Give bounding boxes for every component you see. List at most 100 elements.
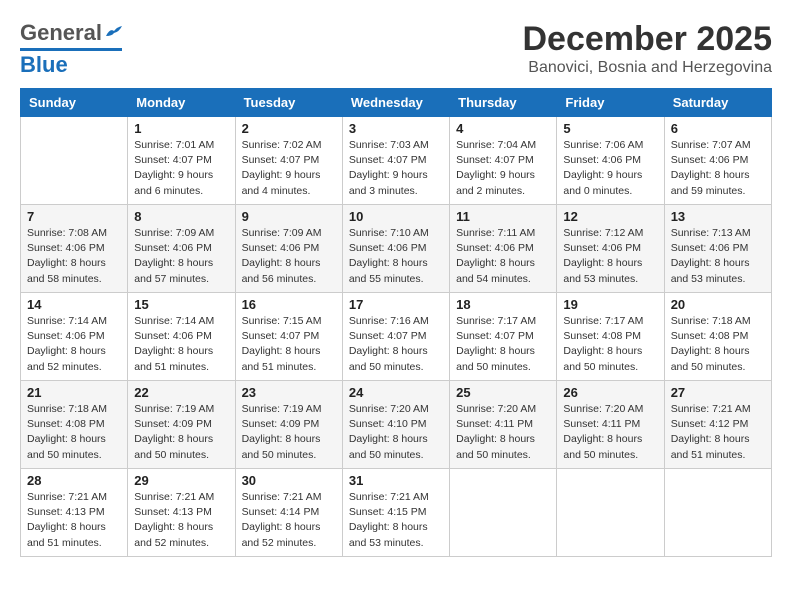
day-info: Sunrise: 7:21 AM Sunset: 4:14 PM Dayligh… [242, 490, 336, 551]
calendar-header: SundayMondayTuesdayWednesdayThursdayFrid… [21, 89, 772, 117]
calendar-day-cell: 29 Sunrise: 7:21 AM Sunset: 4:13 PM Dayli… [128, 469, 235, 557]
day-number: 5 [563, 121, 657, 136]
day-info: Sunrise: 7:13 AM Sunset: 4:06 PM Dayligh… [671, 226, 765, 287]
day-number: 7 [27, 209, 121, 224]
day-number: 10 [349, 209, 443, 224]
calendar-day-cell [557, 469, 664, 557]
day-of-week-header: Wednesday [342, 89, 449, 117]
day-info: Sunrise: 7:06 AM Sunset: 4:06 PM Dayligh… [563, 138, 657, 199]
calendar-day-cell: 15 Sunrise: 7:14 AM Sunset: 4:06 PM Dayli… [128, 293, 235, 381]
day-info: Sunrise: 7:01 AM Sunset: 4:07 PM Dayligh… [134, 138, 228, 199]
day-info: Sunrise: 7:18 AM Sunset: 4:08 PM Dayligh… [27, 402, 121, 463]
day-info: Sunrise: 7:19 AM Sunset: 4:09 PM Dayligh… [134, 402, 228, 463]
logo: General Blue [20, 20, 122, 78]
calendar-day-cell: 6Sunrise: 7:07 AM Sunset: 4:06 PM Daylig… [664, 117, 771, 205]
logo-bird-icon [104, 26, 122, 40]
calendar-week-row: 21 Sunrise: 7:18 AM Sunset: 4:08 PM Dayli… [21, 381, 772, 469]
logo-blue: Blue [20, 52, 68, 78]
calendar-week-row: 14Sunrise: 7:14 AM Sunset: 4:06 PM Dayli… [21, 293, 772, 381]
day-info: Sunrise: 7:12 AM Sunset: 4:06 PM Dayligh… [563, 226, 657, 287]
day-info: Sunrise: 7:21 AM Sunset: 4:15 PM Dayligh… [349, 490, 443, 551]
day-number: 15 [134, 297, 228, 312]
calendar-day-cell: 19Sunrise: 7:17 AM Sunset: 4:08 PM Dayli… [557, 293, 664, 381]
page-header: General Blue December 2025 Banovici, Bos… [20, 20, 772, 78]
calendar-day-cell: 28 Sunrise: 7:21 AM Sunset: 4:13 PM Dayli… [21, 469, 128, 557]
day-number: 22 [134, 385, 228, 400]
day-info: Sunrise: 7:10 AM Sunset: 4:06 PM Dayligh… [349, 226, 443, 287]
calendar-day-cell: 27Sunrise: 7:21 AM Sunset: 4:12 PM Dayli… [664, 381, 771, 469]
day-info: Sunrise: 7:20 AM Sunset: 4:10 PM Dayligh… [349, 402, 443, 463]
calendar-day-cell: 22 Sunrise: 7:19 AM Sunset: 4:09 PM Dayli… [128, 381, 235, 469]
day-number: 1 [134, 121, 228, 136]
calendar-day-cell: 3Sunrise: 7:03 AM Sunset: 4:07 PM Daylig… [342, 117, 449, 205]
day-of-week-header: Saturday [664, 89, 771, 117]
calendar-body: 1 Sunrise: 7:01 AM Sunset: 4:07 PM Daylig… [21, 117, 772, 557]
calendar-day-cell: 11Sunrise: 7:11 AM Sunset: 4:06 PM Dayli… [450, 205, 557, 293]
month-title: December 2025 [522, 20, 772, 59]
day-info: Sunrise: 7:11 AM Sunset: 4:06 PM Dayligh… [456, 226, 550, 287]
day-info: Sunrise: 7:18 AM Sunset: 4:08 PM Dayligh… [671, 314, 765, 375]
day-number: 18 [456, 297, 550, 312]
calendar-day-cell: 13 Sunrise: 7:13 AM Sunset: 4:06 PM Dayli… [664, 205, 771, 293]
day-info: Sunrise: 7:20 AM Sunset: 4:11 PM Dayligh… [563, 402, 657, 463]
calendar-day-cell [450, 469, 557, 557]
day-of-week-header: Friday [557, 89, 664, 117]
calendar-week-row: 28 Sunrise: 7:21 AM Sunset: 4:13 PM Dayli… [21, 469, 772, 557]
logo-general: General [20, 20, 102, 46]
calendar-day-cell: 25 Sunrise: 7:20 AM Sunset: 4:11 PM Dayli… [450, 381, 557, 469]
day-number: 16 [242, 297, 336, 312]
day-number: 8 [134, 209, 228, 224]
day-info: Sunrise: 7:19 AM Sunset: 4:09 PM Dayligh… [242, 402, 336, 463]
calendar-day-cell: 31 Sunrise: 7:21 AM Sunset: 4:15 PM Dayli… [342, 469, 449, 557]
title-block: December 2025 Banovici, Bosnia and Herze… [522, 20, 772, 77]
day-info: Sunrise: 7:09 AM Sunset: 4:06 PM Dayligh… [242, 226, 336, 287]
day-info: Sunrise: 7:21 AM Sunset: 4:13 PM Dayligh… [134, 490, 228, 551]
calendar-day-cell: 17 Sunrise: 7:16 AM Sunset: 4:07 PM Dayli… [342, 293, 449, 381]
day-info: Sunrise: 7:14 AM Sunset: 4:06 PM Dayligh… [134, 314, 228, 375]
calendar-day-cell: 1 Sunrise: 7:01 AM Sunset: 4:07 PM Daylig… [128, 117, 235, 205]
calendar-day-cell: 26Sunrise: 7:20 AM Sunset: 4:11 PM Dayli… [557, 381, 664, 469]
day-info: Sunrise: 7:21 AM Sunset: 4:13 PM Dayligh… [27, 490, 121, 551]
day-number: 28 [27, 473, 121, 488]
day-of-week-header: Thursday [450, 89, 557, 117]
day-info: Sunrise: 7:16 AM Sunset: 4:07 PM Dayligh… [349, 314, 443, 375]
calendar-day-cell [21, 117, 128, 205]
calendar-day-cell [664, 469, 771, 557]
day-number: 4 [456, 121, 550, 136]
day-number: 19 [563, 297, 657, 312]
calendar-day-cell: 21 Sunrise: 7:18 AM Sunset: 4:08 PM Dayli… [21, 381, 128, 469]
calendar-day-cell: 8 Sunrise: 7:09 AM Sunset: 4:06 PM Daylig… [128, 205, 235, 293]
calendar-day-cell: 14Sunrise: 7:14 AM Sunset: 4:06 PM Dayli… [21, 293, 128, 381]
day-info: Sunrise: 7:04 AM Sunset: 4:07 PM Dayligh… [456, 138, 550, 199]
subtitle: Banovici, Bosnia and Herzegovina [522, 59, 772, 77]
day-info: Sunrise: 7:03 AM Sunset: 4:07 PM Dayligh… [349, 138, 443, 199]
day-number: 29 [134, 473, 228, 488]
calendar-day-cell: 2Sunrise: 7:02 AM Sunset: 4:07 PM Daylig… [235, 117, 342, 205]
day-number: 21 [27, 385, 121, 400]
day-of-week-header: Sunday [21, 89, 128, 117]
day-info: Sunrise: 7:09 AM Sunset: 4:06 PM Dayligh… [134, 226, 228, 287]
day-number: 25 [456, 385, 550, 400]
day-number: 20 [671, 297, 765, 312]
day-number: 17 [349, 297, 443, 312]
day-number: 12 [563, 209, 657, 224]
day-info: Sunrise: 7:08 AM Sunset: 4:06 PM Dayligh… [27, 226, 121, 287]
day-info: Sunrise: 7:17 AM Sunset: 4:07 PM Dayligh… [456, 314, 550, 375]
day-info: Sunrise: 7:14 AM Sunset: 4:06 PM Dayligh… [27, 314, 121, 375]
day-number: 6 [671, 121, 765, 136]
day-info: Sunrise: 7:21 AM Sunset: 4:12 PM Dayligh… [671, 402, 765, 463]
calendar-day-cell: 16 Sunrise: 7:15 AM Sunset: 4:07 PM Dayli… [235, 293, 342, 381]
day-of-week-header: Tuesday [235, 89, 342, 117]
day-number: 24 [349, 385, 443, 400]
calendar-table: SundayMondayTuesdayWednesdayThursdayFrid… [20, 88, 772, 557]
day-number: 2 [242, 121, 336, 136]
calendar-day-cell: 20 Sunrise: 7:18 AM Sunset: 4:08 PM Dayli… [664, 293, 771, 381]
day-number: 9 [242, 209, 336, 224]
day-info: Sunrise: 7:15 AM Sunset: 4:07 PM Dayligh… [242, 314, 336, 375]
day-number: 31 [349, 473, 443, 488]
calendar-day-cell: 10 Sunrise: 7:10 AM Sunset: 4:06 PM Dayli… [342, 205, 449, 293]
day-number: 13 [671, 209, 765, 224]
calendar-day-cell: 5 Sunrise: 7:06 AM Sunset: 4:06 PM Daylig… [557, 117, 664, 205]
day-info: Sunrise: 7:20 AM Sunset: 4:11 PM Dayligh… [456, 402, 550, 463]
calendar-week-row: 7 Sunrise: 7:08 AM Sunset: 4:06 PM Daylig… [21, 205, 772, 293]
